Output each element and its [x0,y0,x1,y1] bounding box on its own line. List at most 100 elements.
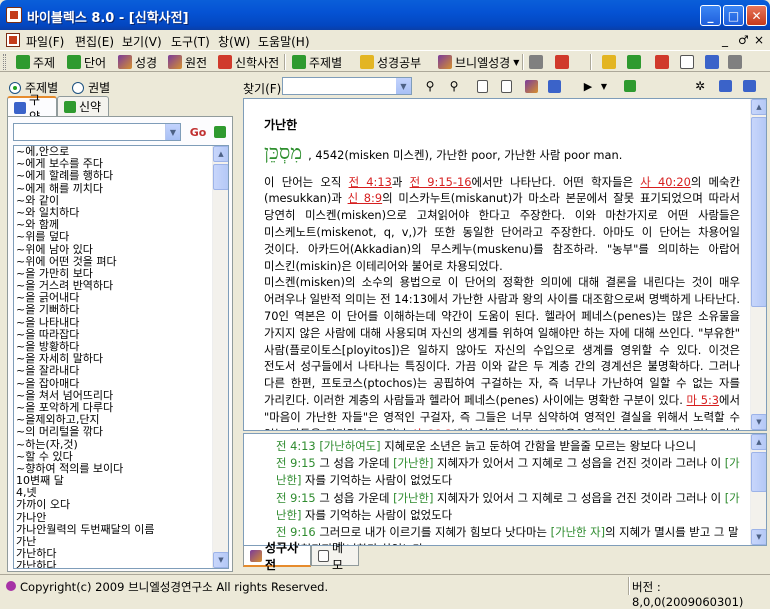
maximize-button[interactable]: □ [723,5,744,26]
list-item[interactable]: ~을 따라잡다 [14,329,214,341]
settings-button[interactable] [529,53,543,71]
by-topic-button[interactable]: 주제별 [292,53,342,71]
find-button[interactable] [728,53,742,71]
list-item[interactable]: ~을 잡아매다 [14,378,214,390]
verse-row[interactable]: 전 9:15 그 성읍 가운데 [가난한] 지혜자가 있어서 그 지혜로 그 성… [276,455,746,489]
list-item[interactable]: ~을 가만히 보다 [14,268,214,280]
minimize-button[interactable]: _ [700,5,721,26]
search-all-icon[interactable]: ⚲ [446,78,462,94]
go-button[interactable]: Go [188,122,208,142]
scroll-up-icon[interactable]: ▲ [213,146,228,162]
menu-window[interactable]: 창(W) [218,33,250,50]
note-icon[interactable] [546,78,562,94]
list-item[interactable]: 가까이 오다 [14,499,214,511]
word-list[interactable]: ~에,안으로 ~에게 보수를 주다 ~에게 할례를 행하다 ~에게 해를 끼치다 ~와 … [13,145,229,569]
scroll-down-icon[interactable]: ▼ [751,414,766,430]
refresh-button[interactable] [210,122,230,142]
layout-single-icon[interactable] [717,78,733,94]
list-item[interactable]: ~을제외하고,단지 [14,414,214,426]
layout-split-icon[interactable] [741,78,757,94]
list-item[interactable]: 가나안월력의 두번째달의 이름 [14,524,214,536]
verse-row[interactable]: 전 4:13 [가난하여도] 지혜로운 소년은 늙고 둔하여 간함을 받을줄 모… [276,438,746,455]
radio-topic[interactable] [9,81,21,94]
scroll-up-icon[interactable]: ▲ [751,99,766,115]
chevron-down-icon[interactable]: ▼ [596,78,612,94]
list-item[interactable]: ~에,안으로 [14,146,214,158]
list-item[interactable]: ~을 거스려 반역하다 [14,280,214,292]
list-item[interactable]: ~을 기뻐하다 [14,304,214,316]
gear-icon[interactable]: ✲ [692,78,708,94]
chevron-down-icon[interactable]: ▼ [396,78,411,94]
scroll-down-icon[interactable]: ▼ [751,529,766,545]
original-text-button[interactable]: 원전 [168,53,207,71]
list-item[interactable]: ~을 쳐서 넘어뜨리다 [14,390,214,402]
scripture-link[interactable]: 전 4:13 [349,175,392,189]
save-button[interactable] [705,53,719,71]
mdi-minimize-button[interactable]: _ [722,33,728,47]
list-item[interactable]: ~위에 어떤 것을 펴다 [14,256,214,268]
scripture-link[interactable]: 전 9:15-16 [410,175,472,189]
verse-reference[interactable]: 전 9:15 [276,456,319,470]
verse-row[interactable]: 전 9:15 그 성읍 가운데 [가난한] 지혜자가 있어서 그 지혜로 그 성… [276,490,746,524]
doc-icon[interactable] [474,78,490,94]
list-item[interactable]: ~위를 덮다 [14,231,214,243]
search-input[interactable]: ▼ [282,77,412,95]
bible-study-button[interactable]: 성경공부 [360,53,421,71]
list-item[interactable]: ~와 함께 [14,219,214,231]
word-combo[interactable]: ▼ [13,123,181,141]
list-item[interactable]: 가난하다 [14,560,214,568]
close-button[interactable]: ✕ [746,5,767,26]
word-button[interactable]: 단어 [67,53,106,71]
mdi-restore-button[interactable]: ♂ [738,33,749,47]
topic-button[interactable]: 주제 [16,53,55,71]
scroll-thumb[interactable] [213,164,228,190]
radio-book-label[interactable]: 권별 [88,79,110,96]
scroll-down-icon[interactable]: ▼ [213,552,228,568]
menu-edit[interactable]: 편집(E) [75,33,114,50]
play-icon[interactable]: ▶ [580,78,596,94]
document-icon[interactable] [6,33,20,47]
toolbar-grip[interactable] [3,54,6,70]
menu-view[interactable]: 보기(V) [122,33,162,50]
print-button[interactable] [655,53,669,71]
list-item[interactable]: ~의 머리털을 깎다 [14,426,214,438]
list-item[interactable]: ~에게 할례를 행하다 [14,170,214,182]
verse-reference[interactable]: 전 4:13 [276,439,319,453]
list-item[interactable]: ~위에 남아 있다 [14,244,214,256]
list-item[interactable]: 가난 [14,536,214,548]
theology-dictionary-button[interactable]: 신학사전 [218,53,279,71]
content-scrollbar[interactable]: ▲ ▼ [750,99,766,430]
preview-button[interactable] [680,53,694,71]
menu-file[interactable]: 파일(F) [26,33,64,50]
radio-book[interactable] [72,81,85,94]
peniel-bible-button[interactable]: 브니엘성경 ▼ [438,53,519,71]
doc-list-icon[interactable] [498,78,514,94]
scripture-link[interactable]: 사 66:2 [412,427,453,430]
list-item[interactable]: ~와 일치하다 [14,207,214,219]
scroll-up-icon[interactable]: ▲ [751,434,766,450]
tab-old-testament[interactable]: 구약 [7,93,57,124]
bookmark-icon[interactable] [523,78,539,94]
list-item[interactable]: ~을 포악하게 다루다 [14,402,214,414]
tab-verse-dictionary[interactable]: 성구사전 [243,541,311,572]
list-item[interactable]: ~와 같이 [14,195,214,207]
copy-button[interactable] [602,53,616,71]
menu-help[interactable]: 도움말(H) [258,33,310,50]
scripture-link[interactable]: 사 40:20 [640,175,691,189]
tab-new-testament[interactable]: 신약 [57,96,109,116]
chevron-down-icon[interactable]: ▼ [165,124,180,140]
scroll-thumb[interactable] [751,452,766,492]
list-item[interactable]: ~하는(자,것) [14,439,214,451]
list-item[interactable]: 10변째 달 [14,475,214,487]
list-item[interactable]: ~에게 보수를 주다 [14,158,214,170]
scripture-link[interactable]: 신 8:9 [348,191,383,205]
paste-button[interactable] [627,53,641,71]
list-item[interactable]: 4,넷 [14,487,214,499]
list-item[interactable]: ~을 긁어내다 [14,292,214,304]
tab-memo[interactable]: 메모 [311,541,359,572]
scroll-thumb[interactable] [751,117,766,307]
list-item[interactable]: 가나안 [14,512,214,524]
bible-button[interactable]: 성경 [118,53,157,71]
list-item[interactable]: ~을 자세히 말하다 [14,353,214,365]
verse-reference[interactable]: 전 9:16 [276,525,319,539]
